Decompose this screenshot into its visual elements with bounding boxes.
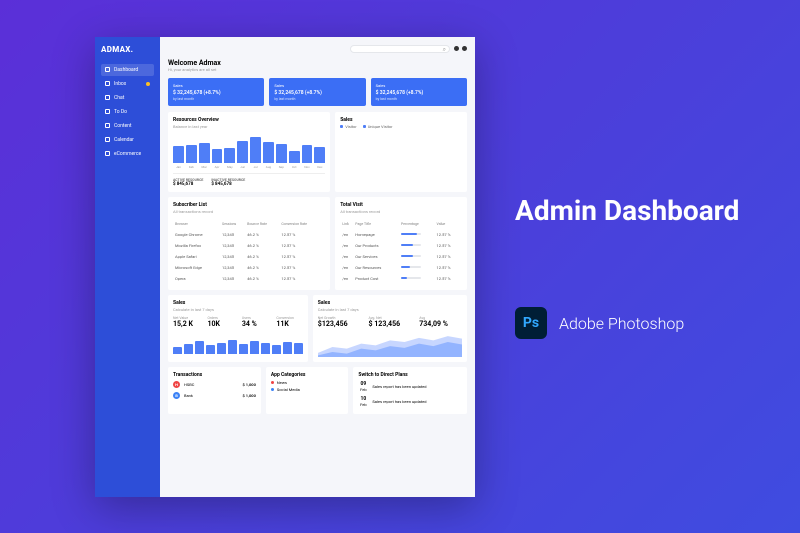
resources-chart [173, 133, 325, 163]
main-content: Welcome Admax Hi, your analytics are all… [160, 37, 475, 497]
notification-icon[interactable] [454, 46, 459, 51]
nav-icon [105, 151, 110, 156]
panel-title: Subscriber List [173, 202, 325, 208]
promo-tool: Ps Adobe Photoshop [515, 307, 800, 339]
nav-icon [105, 95, 110, 100]
promo-title: Admin Dashboard [515, 194, 800, 227]
summary-card[interactable]: Sales$ 32,245,678 (+8.7%)by last month [371, 78, 467, 106]
transactions-panel: Transactions HHSBC$ 1,000BBank$ 1,000 [168, 367, 261, 414]
avatar[interactable] [462, 46, 467, 51]
table-row[interactable]: Google Chrome12,34546.2 %12.57 % [175, 230, 323, 239]
table-row[interactable]: Mozilla Firefox12,34546.2 %12.57 % [175, 241, 323, 250]
page-subtitle: Hi, your analytics are all set [168, 67, 467, 72]
table-row[interactable]: /enOur Resources12.57 % [342, 263, 460, 272]
page-title: Welcome Admax [168, 59, 467, 67]
search-input[interactable] [350, 45, 450, 53]
dashboard-app: ADMAX. Dashboard Inbox Chat To Do Content Cal… [95, 37, 475, 497]
visit-panel: Total Visit All transactions record Link… [335, 197, 467, 290]
area-chart [318, 332, 462, 357]
plan-item[interactable]: 09FebSales report has been updated [358, 379, 462, 394]
table-row[interactable]: /enProduct Cost12.57 % [342, 274, 460, 283]
plans-panel: Switch to Direct Plans 09FebSales report… [353, 367, 467, 414]
panel-title: Total Visit [340, 202, 462, 208]
summary-card[interactable]: Sales$ 32,245,678 (+8.7%)by last month [168, 78, 264, 106]
subscriber-table: BrowserSessionsBounce RateConversion Rat… [173, 218, 325, 285]
category-item[interactable]: News [271, 379, 344, 386]
sales-area-panel: Sales Calculate in last 7 days Net Growt… [313, 295, 467, 362]
top-icons [454, 46, 467, 51]
table-row[interactable]: /enHomepage12.57 % [342, 230, 460, 239]
nav-item-calendar[interactable]: Calendar [101, 134, 154, 146]
categories-panel: App Categories NewsSocial Media [266, 367, 349, 414]
welcome: Welcome Admax Hi, your analytics are all… [168, 59, 467, 72]
plan-item[interactable]: 10FebSales report has been updated [358, 394, 462, 409]
category-item[interactable]: Social Media [271, 386, 344, 393]
subscriber-panel: Subscriber List All transactions record … [168, 197, 330, 290]
nav-icon [105, 109, 110, 114]
summary-card[interactable]: Sales$ 32,245,678 (+8.7%)by last month [269, 78, 365, 106]
sales-chart [340, 132, 462, 162]
nav-icon [105, 137, 110, 142]
photoshop-icon: Ps [515, 307, 547, 339]
nav-item-inbox[interactable]: Inbox [101, 78, 154, 90]
table-row[interactable]: /enOur Products12.57 % [342, 241, 460, 250]
transaction-row[interactable]: BBank$ 1,000 [173, 390, 256, 401]
sales-panel: Sales VisitorUnique Visitor [335, 112, 467, 192]
table-row[interactable]: Microsoft Edge12,34546.2 %12.57 % [175, 263, 323, 272]
panel-title: Resources Overview [173, 117, 325, 123]
summary-cards: Sales$ 32,245,678 (+8.7%)by last monthSa… [168, 78, 467, 106]
nav-icon [105, 123, 110, 128]
avatar: B [173, 392, 180, 399]
avatar: H [173, 381, 180, 388]
panel-title: Sales [340, 117, 462, 123]
logo: ADMAX. [101, 45, 154, 54]
sidebar: ADMAX. Dashboard Inbox Chat To Do Content Cal… [95, 37, 160, 497]
transaction-row[interactable]: HHSBC$ 1,000 [173, 379, 256, 390]
nav-item-content[interactable]: Content [101, 120, 154, 132]
resources-panel: Resources Overview Balance in last year … [168, 112, 330, 192]
nav-item-chat[interactable]: Chat [101, 92, 154, 104]
table-row[interactable]: Apple Safari12,34546.2 %12.57 % [175, 252, 323, 261]
nav-item-dashboard[interactable]: Dashboard [101, 64, 154, 76]
nav-item-to-do[interactable]: To Do [101, 106, 154, 118]
promo-area: Admin Dashboard Ps Adobe Photoshop [475, 194, 800, 339]
table-row[interactable]: /enOur Services12.57 % [342, 252, 460, 261]
nav-item-ecommerce[interactable]: eCommerce [101, 148, 154, 160]
topbar [168, 45, 467, 53]
visit-table: LinkPage TitlePercentageValue/enHomepage… [340, 218, 462, 285]
sales-small-panel: Sales Calculate in last 7 days Net Value… [168, 295, 308, 362]
badge-icon [146, 82, 150, 86]
panel-subtitle: Balance in last year [173, 124, 325, 129]
nav-icon [105, 67, 110, 72]
table-row[interactable]: Opera12,34546.2 %12.57 % [175, 274, 323, 283]
nav-icon [105, 81, 110, 86]
